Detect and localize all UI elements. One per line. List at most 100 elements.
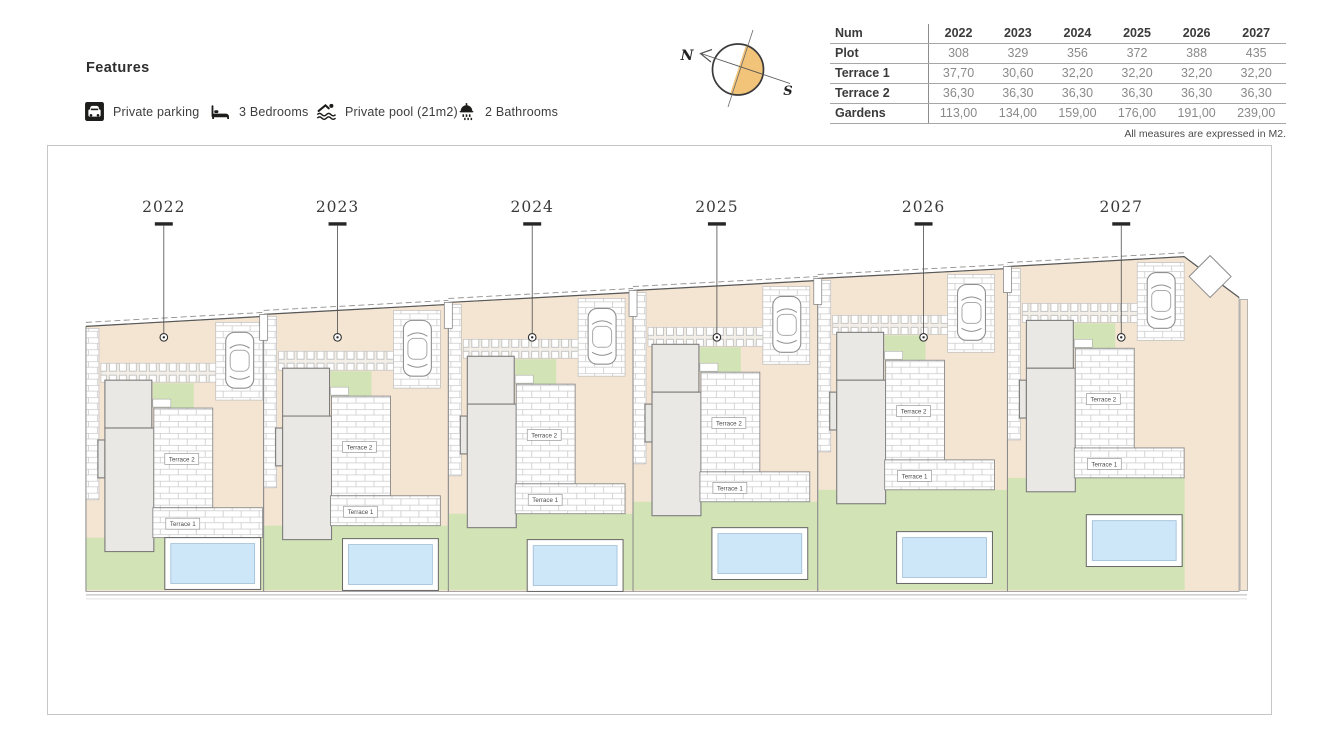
- table-value-cell: 191,00: [1167, 104, 1227, 124]
- table-value-cell: 32,20: [1167, 64, 1227, 84]
- plot-marker-dot: [922, 336, 924, 338]
- terrace1-label: Terrace 1: [170, 521, 196, 528]
- table-value-cell: 36,30: [1048, 84, 1108, 104]
- table-year-header: 2027: [1226, 24, 1286, 44]
- terrace1-label: Terrace 1: [1091, 461, 1117, 468]
- swimming-pool: [718, 534, 802, 574]
- features-heading: Features: [86, 60, 150, 76]
- feature-bathrooms: 2 Bathrooms: [456, 101, 558, 122]
- bathroom-icon: [456, 101, 477, 122]
- table-corner-header: Num: [830, 24, 929, 44]
- table-value-cell: 388: [1167, 44, 1227, 64]
- feature-bedrooms: 3 Bedrooms: [210, 101, 308, 122]
- plot-2025: Terrace 2 Terrace 1 2025: [629, 198, 818, 592]
- right-boundary-strip: [1240, 299, 1247, 590]
- table-value-cell: 32,20: [1048, 64, 1108, 84]
- table-row: Plot308329356372388435: [830, 44, 1286, 64]
- plot-label-tick: [1112, 222, 1130, 225]
- terrace2-label: Terrace 2: [531, 432, 557, 439]
- site-plan-canvas: Terrace 2 Terrace 1 2022 Terrace 2 Terrace 1…: [47, 145, 1272, 715]
- table-value-cell: 329: [988, 44, 1048, 64]
- bed-icon: [210, 101, 231, 122]
- divider-wall: [629, 290, 637, 316]
- table-value-cell: 30,60: [988, 64, 1048, 84]
- plot-label-tick: [915, 222, 933, 225]
- table-row: Terrace 137,7030,6032,2032,2032,2032,20: [830, 64, 1286, 84]
- plot-label-tick: [329, 222, 347, 225]
- table-value-cell: 159,00: [1048, 104, 1108, 124]
- table-value-cell: 36,30: [1167, 84, 1227, 104]
- table-value-cell: 36,30: [929, 84, 989, 104]
- table-year-header: 2025: [1107, 24, 1167, 44]
- plot-year-label: 2024: [511, 198, 554, 216]
- site-plan-drawing: Terrace 2 Terrace 1 2022 Terrace 2 Terrace 1…: [48, 146, 1271, 714]
- plot-marker-dot: [163, 336, 165, 338]
- plot-2022: Terrace 2 Terrace 1 2022: [86, 198, 264, 592]
- terrace1-label: Terrace 1: [902, 473, 928, 480]
- feature-label: 3 Bedrooms: [239, 105, 308, 119]
- table-value-cell: 113,00: [929, 104, 989, 124]
- table-value-cell: 134,00: [988, 104, 1048, 124]
- table-value-cell: 32,20: [1226, 64, 1286, 84]
- swimming-pool: [171, 544, 255, 584]
- terrace2-label: Terrace 2: [901, 409, 927, 416]
- plot-label-tick: [523, 222, 541, 225]
- table-year-header: 2026: [1167, 24, 1227, 44]
- plot-year-label: 2022: [142, 198, 185, 216]
- table-row-label: Gardens: [830, 104, 929, 124]
- table-value-cell: 176,00: [1107, 104, 1167, 124]
- table-value-cell: 239,00: [1226, 104, 1286, 124]
- terrace2-label: Terrace 2: [169, 456, 195, 463]
- parking-icon: [84, 101, 105, 122]
- plot-2023: Terrace 2 Terrace 1 2023: [260, 198, 449, 592]
- compass-shaded-segment: [730, 45, 763, 95]
- terrace2-label: Terrace 2: [716, 421, 742, 428]
- plot-year-label: 2026: [902, 198, 945, 216]
- feature-label: Private pool (21m2): [345, 105, 458, 119]
- table-value-cell: 356: [1048, 44, 1108, 64]
- table-year-header: 2022: [929, 24, 989, 44]
- feature-private-parking: Private parking: [84, 101, 199, 122]
- divider-wall: [444, 302, 452, 328]
- site-plan-page: Features Private parking 3 Bedrooms Priv…: [0, 0, 1319, 756]
- terrace1-label: Terrace 1: [717, 485, 743, 492]
- divider-wall: [1003, 267, 1011, 293]
- table-value-cell: 435: [1226, 44, 1286, 64]
- plot-label-tick: [708, 222, 726, 225]
- plot-year-label: 2023: [316, 198, 359, 216]
- swimming-pool: [1092, 521, 1176, 561]
- plot-marker-dot: [1120, 336, 1122, 338]
- north-arrow-icon: [701, 50, 713, 63]
- table-row-label: Terrace 1: [830, 64, 929, 84]
- table-value-cell: 372: [1107, 44, 1167, 64]
- table-row-label: Terrace 2: [830, 84, 929, 104]
- table-row-label: Plot: [830, 44, 929, 64]
- feature-label: Private parking: [113, 105, 199, 119]
- plot-label-tick: [155, 222, 173, 225]
- plot-marker-dot: [531, 336, 533, 338]
- terrace2-label: Terrace 2: [347, 444, 373, 451]
- divider-wall: [814, 279, 822, 305]
- swimming-pool: [349, 545, 433, 585]
- plot-year-label: 2025: [695, 198, 738, 216]
- plot-marker-dot: [336, 336, 338, 338]
- plot-year-label: 2027: [1100, 198, 1143, 216]
- table-value-cell: 36,30: [1107, 84, 1167, 104]
- terrace1-label: Terrace 1: [348, 509, 374, 516]
- swimming-pool: [533, 546, 617, 586]
- table-value-cell: 308: [929, 44, 989, 64]
- pool-icon: [316, 101, 337, 122]
- terrace1-label: Terrace 1: [532, 497, 558, 504]
- table-row: Terrace 236,3036,3036,3036,3036,3036,30: [830, 84, 1286, 104]
- measures-note: All measures are expressed in M2.: [830, 128, 1286, 140]
- table-year-header: 2024: [1048, 24, 1108, 44]
- table-year-header: 2023: [988, 24, 1048, 44]
- feature-label: 2 Bathrooms: [485, 105, 558, 119]
- table-value-cell: 37,70: [929, 64, 989, 84]
- compass-rose: N S: [660, 20, 810, 130]
- compass-south-label: S: [783, 84, 792, 99]
- divider-wall: [260, 314, 268, 340]
- swimming-pool: [903, 538, 987, 578]
- plot-2027: Terrace 2Terrace 12027: [1003, 198, 1239, 592]
- plot-2026: Terrace 2 Terrace 1 2026: [814, 198, 1008, 592]
